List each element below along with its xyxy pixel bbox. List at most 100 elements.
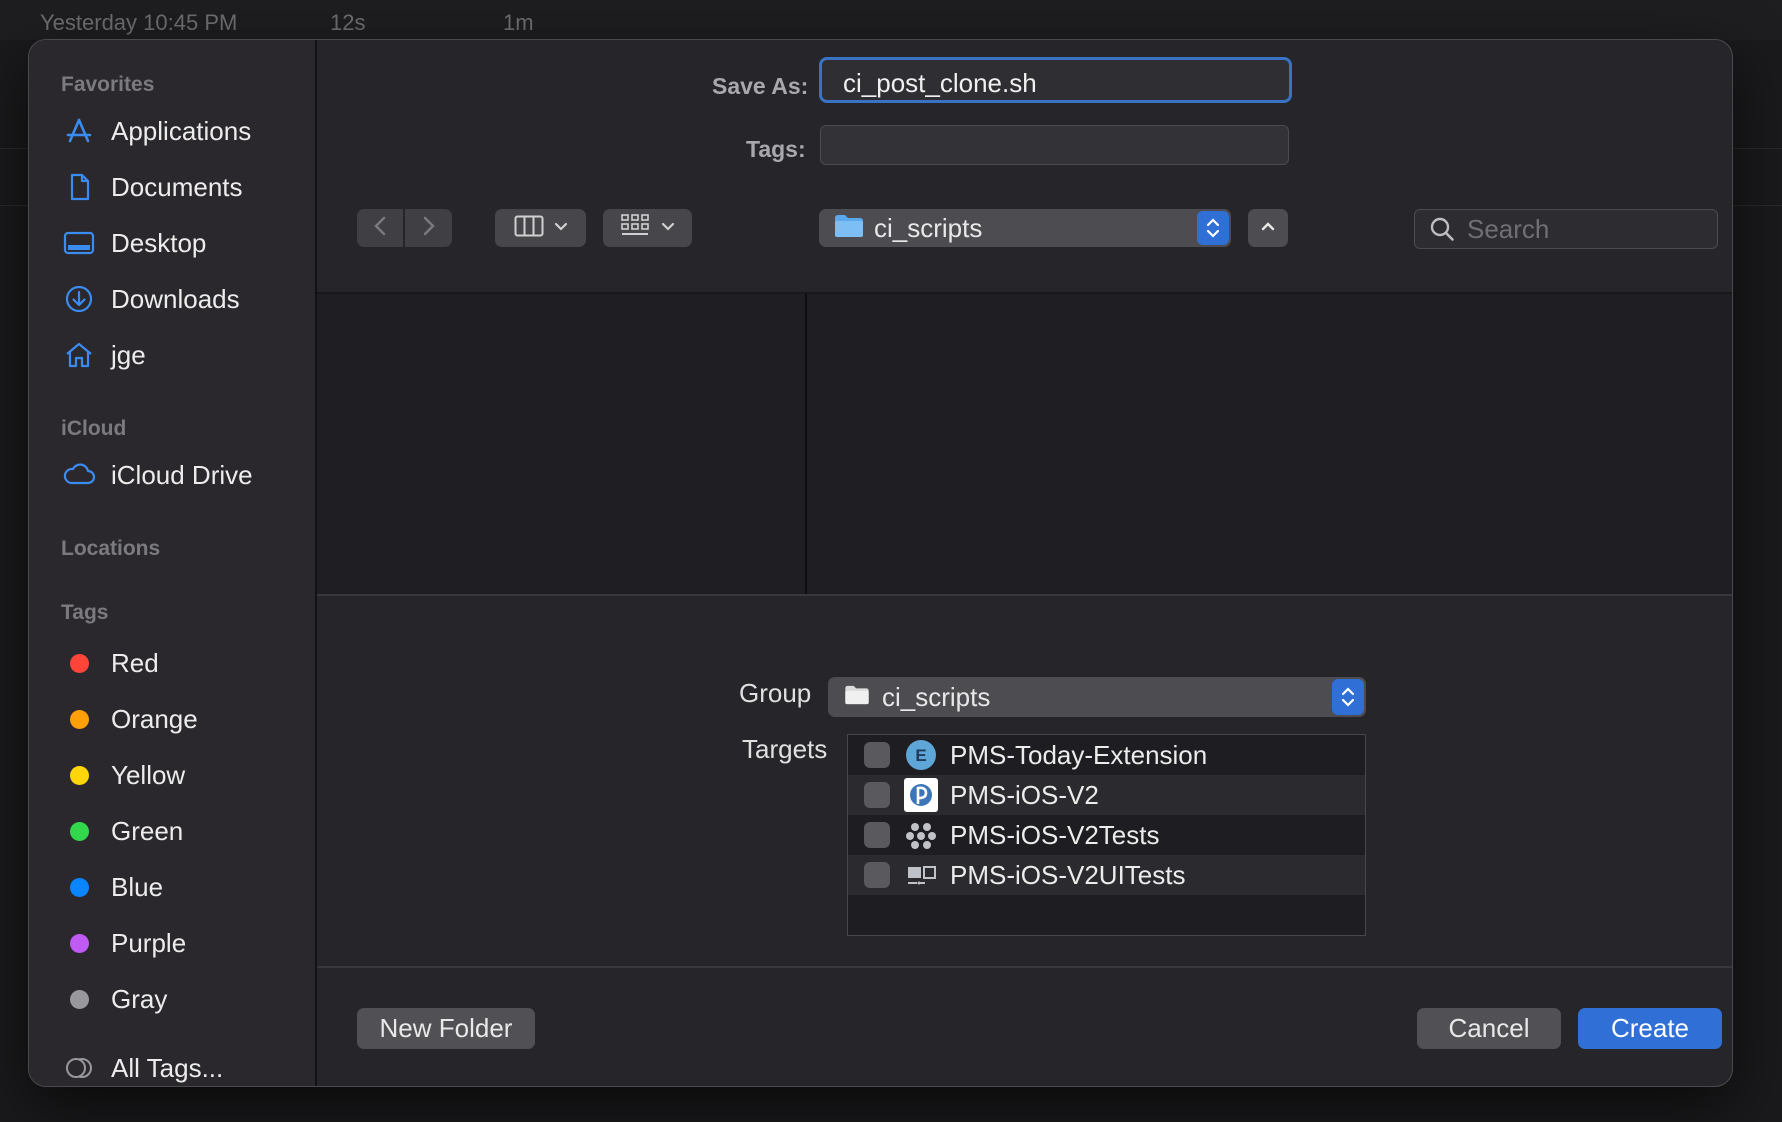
cancel-label: Cancel [1448,1013,1530,1043]
sidebar: Favorites Applications Documents Desktop… [29,40,317,1086]
downloads-icon [61,281,97,317]
tag-color-dot-icon [61,813,97,849]
browser-divider [317,594,1732,596]
targets-list: E PMS-Today-Extension PMS-iOS-V2 PMS-iOS… [847,734,1366,936]
sidebar-item-label: Orange [111,703,198,734]
sidebar-item-desktop[interactable]: Desktop [61,221,206,265]
tag-color-dot-icon [61,981,97,1017]
create-label: Create [1610,1013,1690,1043]
group-value: ci_scripts [882,681,991,712]
chevron-left-icon [372,215,388,242]
tag-color-dot-icon [61,701,97,737]
sidebar-item-label: Desktop [111,227,207,258]
cloud-icon [61,457,97,493]
search-field[interactable]: Search [1414,209,1718,249]
extension-icon: E [904,738,938,772]
sidebar-item-label: Red [111,647,159,678]
target-row[interactable]: PMS-iOS-V2 [848,775,1365,815]
sidebar-item-label: Purple [111,927,187,958]
target-row[interactable]: E PMS-Today-Extension [848,735,1365,775]
tag-dot [69,709,89,729]
sidebar-item-tag-red[interactable]: Red [61,641,159,685]
sidebar-item-label: jge [111,339,146,370]
target-checkbox[interactable] [864,782,890,808]
app-icon [904,778,938,812]
location-label: ci_scripts [874,212,983,243]
sidebar-item-applications[interactable]: Applications [61,109,251,153]
tag-dot [69,821,89,841]
document-icon [61,169,97,205]
view-mode-button[interactable] [495,209,586,247]
sidebar-item-label: All Tags... [111,1052,224,1083]
collapse-button[interactable] [1248,209,1288,247]
file-browser[interactable] [317,294,1732,594]
tag-dot [69,765,89,785]
tag-color-dot-icon [61,757,97,793]
sidebar-item-home[interactable]: jge [61,333,146,377]
target-label: PMS-Today-Extension [950,739,1208,770]
tag-color-dot-icon [61,925,97,961]
search-placeholder: Search [1467,213,1550,244]
save-as-field[interactable]: ci_post_clone.sh [819,57,1292,103]
search-icon [1429,216,1455,242]
target-checkbox[interactable] [864,862,890,888]
target-label: PMS-iOS-V2Tests [950,819,1160,850]
sidebar-item-tag-purple[interactable]: Purple [61,921,186,965]
sidebar-item-label: Blue [111,871,164,902]
background-duration-2: 1m [503,10,534,35]
locations-header: Locations [61,537,161,560]
target-label: PMS-iOS-V2UITests [950,859,1186,890]
svg-text:E: E [915,746,926,765]
sidebar-item-downloads[interactable]: Downloads [61,277,240,321]
tag-dot [69,653,89,673]
tag-color-dot-icon [61,645,97,681]
new-folder-label: New Folder [379,1013,513,1043]
tags-label: Tags: [746,136,806,162]
column-divider[interactable] [805,294,807,594]
sidebar-item-all-tags[interactable]: All Tags... [61,1046,224,1086]
ui-tests-icon [904,858,938,892]
sidebar-item-label: Yellow [111,759,186,790]
target-checkbox[interactable] [864,822,890,848]
back-button[interactable] [357,209,403,247]
background-timestamp: Yesterday 10:45 PM [40,10,238,35]
columns-view-icon [514,215,544,242]
group-by-button[interactable] [603,209,692,247]
sidebar-item-tag-gray[interactable]: Gray [61,977,167,1021]
group-popup[interactable]: ci_scripts [828,677,1366,717]
chevron-down-icon [554,219,568,237]
create-button[interactable]: Create [1578,1008,1722,1049]
grid-icon [620,213,649,243]
sidebar-item-documents[interactable]: Documents [61,165,243,209]
tag-dot [69,989,89,1009]
sidebar-item-icloud-drive[interactable]: iCloud Drive [61,453,253,497]
background-header-row: Yesterday 10:45 PM 12s 1m [0,0,1782,40]
target-row[interactable]: PMS-iOS-V2UITests [848,855,1365,895]
sidebar-item-tag-green[interactable]: Green [61,809,183,853]
footer-divider [317,966,1732,968]
new-folder-button[interactable]: New Folder [357,1008,535,1049]
folder-icon [834,214,864,243]
sidebar-item-tag-blue[interactable]: Blue [61,865,163,909]
target-row[interactable]: PMS-iOS-V2Tests [848,815,1365,855]
save-as-label: Save As: [712,73,809,99]
background-duration: 12s [330,10,366,35]
group-label: Group [739,678,812,708]
sidebar-item-tag-orange[interactable]: Orange [61,697,198,741]
tag-dot [69,877,89,897]
tag-color-dot-icon [61,869,97,905]
tag-dot [69,933,89,953]
sidebar-item-label: Applications [111,115,252,146]
location-popup[interactable]: ci_scripts [819,209,1231,247]
sidebar-item-tag-yellow[interactable]: Yellow [61,753,185,797]
target-checkbox[interactable] [864,742,890,768]
tags-field[interactable] [820,125,1289,165]
desktop-icon [61,225,97,261]
tags-header: Tags [61,601,109,624]
forward-button[interactable] [405,209,452,247]
save-as-value: ci_post_clone.sh [843,68,1037,98]
chevron-right-icon [421,215,437,242]
sidebar-item-label: Documents [111,171,243,202]
chevron-down-icon [661,219,675,237]
cancel-button[interactable]: Cancel [1417,1008,1561,1049]
